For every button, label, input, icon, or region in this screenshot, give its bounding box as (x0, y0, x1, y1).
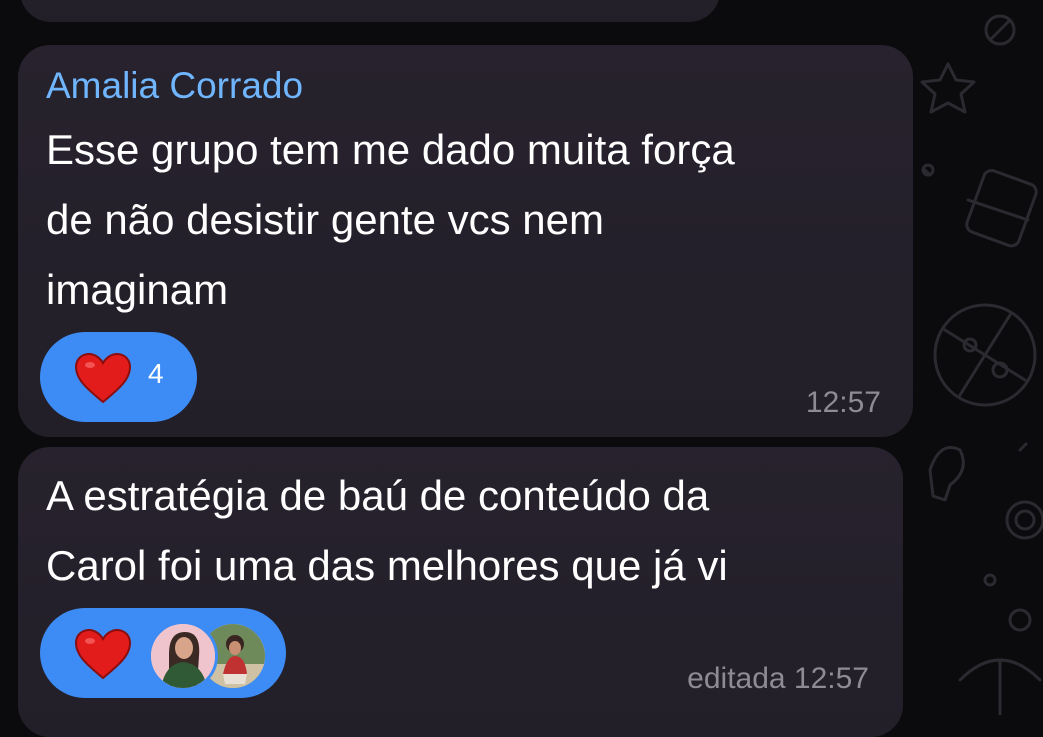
message-line: Esse grupo tem me dado muita força (46, 126, 735, 173)
message-line: A estratégia de baú de conteúdo da (46, 472, 710, 519)
reaction-count: 4 (148, 358, 164, 389)
message-bubble[interactable]: Amalia Corrado Esse grupo tem me dado mu… (18, 45, 913, 437)
message-line: de não desistir gente vcs nem (46, 196, 604, 243)
message-time: 12:57 (805, 386, 881, 419)
message-line: imaginam (46, 266, 229, 313)
message-text: A estratégia de baú de conteúdo da Carol… (46, 461, 879, 601)
sender-name[interactable]: Amalia Corrado (46, 63, 303, 109)
avatar-woman-green-image (151, 624, 215, 688)
message-text: Esse grupo tem me dado muita força de nã… (46, 115, 889, 325)
previous-message-bubble (20, 0, 720, 22)
message-time: editada 12:57 (687, 662, 869, 695)
heart-icon (74, 352, 132, 404)
reactor-avatar[interactable] (148, 621, 218, 691)
heart-icon (74, 628, 132, 680)
reaction-pill[interactable] (40, 608, 286, 698)
message-bubble[interactable]: A estratégia de baú de conteúdo da Carol… (18, 447, 903, 737)
reaction-pill[interactable]: 4 (40, 332, 197, 422)
message-line: Carol foi uma das melhores que já vi (46, 542, 728, 589)
